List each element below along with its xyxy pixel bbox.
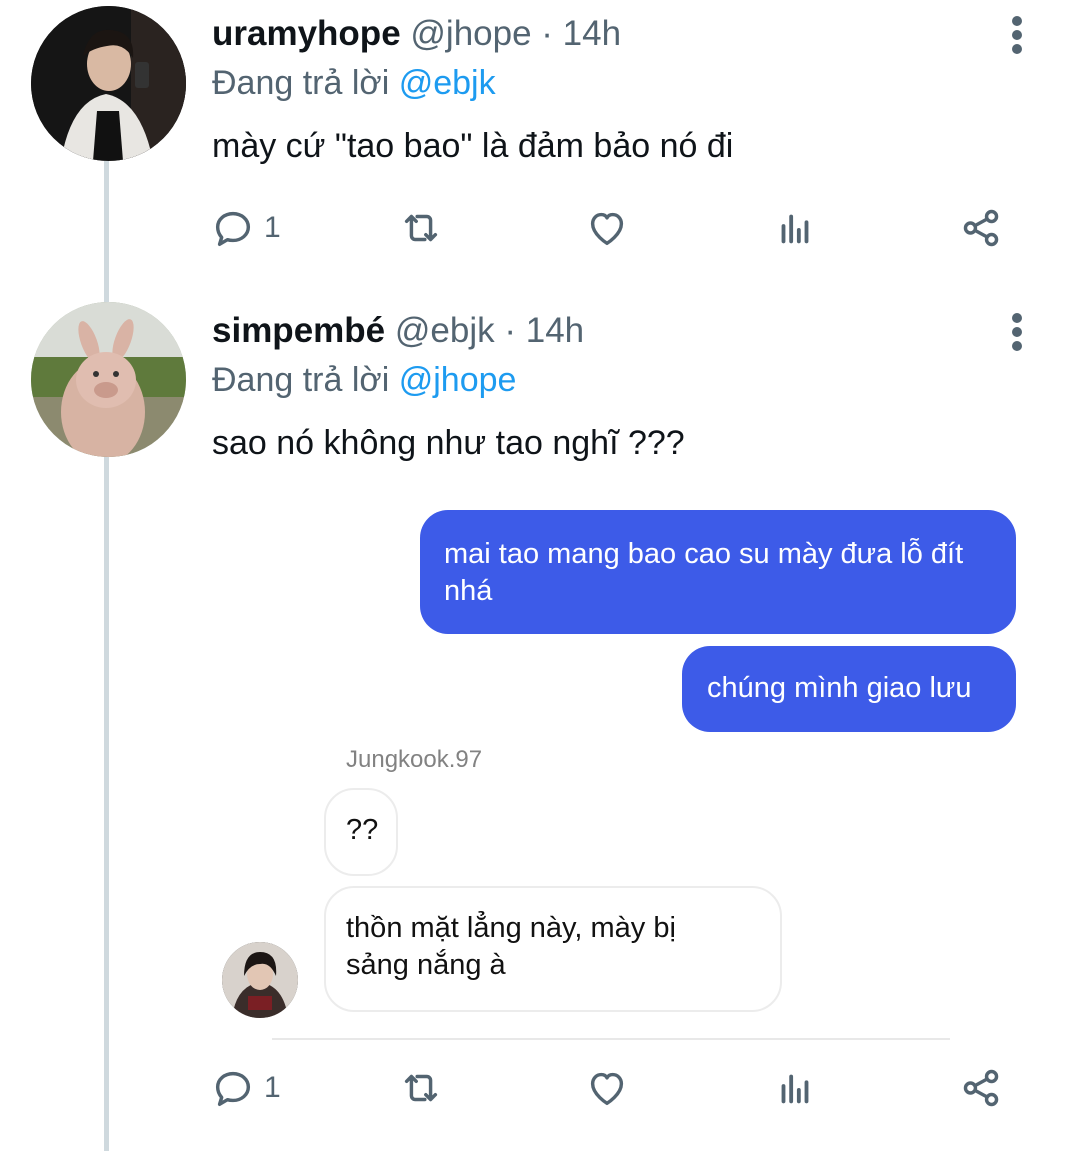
retweet-icon	[404, 1074, 438, 1102]
replying-to: Đang trả lời @jhope	[212, 360, 516, 400]
handle[interactable]: @jhope	[410, 14, 531, 53]
sender-avatar	[222, 942, 298, 1018]
display-name[interactable]: uramyhope	[212, 14, 401, 53]
retweet-button[interactable]	[398, 203, 444, 253]
views-icon	[781, 214, 809, 244]
reply-count: 1	[264, 1071, 281, 1104]
tweet-header: uramyhope @jhope · 14h	[212, 14, 621, 54]
sent-message-bubble: chúng mình giao lưu	[682, 646, 1016, 732]
share-button[interactable]	[958, 1063, 1004, 1113]
mention-link[interactable]: @ebjk	[399, 64, 496, 102]
avatar[interactable]	[31, 6, 186, 161]
handle[interactable]: @ebjk	[395, 311, 495, 350]
avatar-photo	[31, 302, 186, 457]
message-text: mai tao mang bao cao su mày đưa lỗ đít n…	[444, 538, 964, 607]
replying-to: Đang trả lời @ebjk	[212, 63, 496, 103]
reply-count: 1	[264, 211, 281, 244]
received-message-bubble: ??	[324, 788, 398, 876]
retweet-button[interactable]	[398, 1063, 444, 1113]
views-icon	[781, 1074, 809, 1104]
replying-prefix: Đang trả lời	[212, 361, 390, 399]
message-text: chúng mình giao lưu	[707, 672, 972, 704]
timestamp[interactable]: · 14h	[504, 311, 584, 350]
avatar-photo	[31, 6, 186, 161]
reply-button[interactable]: 1	[210, 203, 281, 253]
views-button[interactable]	[772, 203, 818, 253]
like-button[interactable]	[584, 1063, 630, 1113]
like-button[interactable]	[584, 203, 630, 253]
reply-icon	[215, 1071, 251, 1107]
mention-link[interactable]: @jhope	[399, 361, 517, 399]
tweet-text: mày cứ "tao bao" là đảm bảo nó đi	[212, 127, 734, 165]
like-icon	[590, 212, 624, 246]
sent-message-bubble: mai tao mang bao cao su mày đưa lỗ đít n…	[420, 510, 1016, 634]
like-icon	[590, 1072, 624, 1106]
tweet-actions: 1	[210, 1063, 1030, 1113]
share-icon	[963, 1069, 999, 1107]
views-button[interactable]	[772, 1063, 818, 1113]
tweet-text: sao nó không như tao nghĩ ???	[212, 424, 685, 462]
more-icon[interactable]	[1003, 311, 1031, 351]
message-text: thồn mặt lẳng này, mày bị sảng nắng à	[346, 912, 676, 981]
reply-button[interactable]: 1	[210, 1063, 281, 1113]
replying-prefix: Đang trả lời	[212, 64, 390, 102]
share-button[interactable]	[958, 203, 1004, 253]
tweet-header: simpembé @ebjk · 14h	[212, 311, 584, 351]
tweet-actions: 1	[210, 203, 1030, 253]
sender-avatar-photo	[222, 942, 298, 1018]
received-message-bubble: thồn mặt lẳng này, mày bị sảng nắng à	[324, 886, 782, 1012]
timestamp[interactable]: · 14h	[541, 14, 621, 53]
display-name[interactable]: simpembé	[212, 311, 385, 350]
share-icon	[963, 209, 999, 247]
sender-name: Jungkook.97	[346, 746, 483, 773]
reply-icon	[215, 211, 251, 247]
avatar[interactable]	[31, 302, 186, 457]
divider	[272, 1038, 950, 1040]
tweet-media-image[interactable]: mai tao mang bao cao su mày đưa lỗ đít n…	[212, 496, 1030, 1036]
more-icon[interactable]	[1003, 14, 1031, 54]
retweet-icon	[404, 214, 438, 242]
message-text: ??	[346, 814, 379, 846]
